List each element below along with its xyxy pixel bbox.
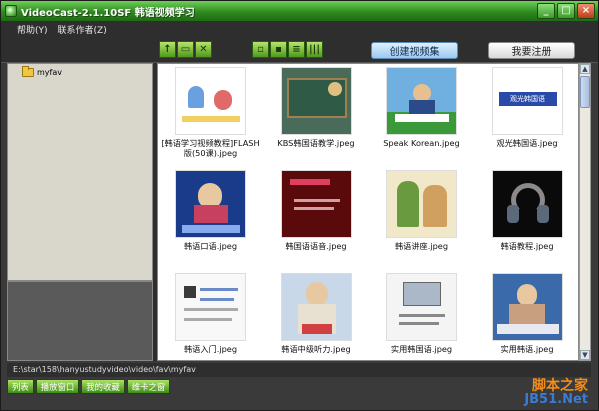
watermark-line2: JB51.Net	[524, 392, 588, 407]
close-button[interactable]: ×	[577, 3, 595, 19]
thumbnail-image	[280, 67, 352, 135]
app-icon	[5, 5, 17, 17]
thumbnail-image	[280, 170, 352, 238]
scroll-up-icon[interactable]: ▲	[580, 64, 590, 74]
toolbar-group-folders: ↑ ▭ ✕	[159, 41, 212, 58]
thumbnail-caption: 韩语中级听力.jpeg	[281, 344, 351, 354]
maximize-button[interactable]: □	[557, 3, 575, 19]
folder-tree: myfav	[7, 63, 153, 281]
app-window: VideoCast-2.1.10SF 韩语视频学习 _ □ × 帮助(Y) 联系…	[0, 0, 599, 411]
thumbnail-item[interactable]: Speak Korean.jpeg	[369, 64, 475, 167]
thumbnail-image: 观光韩国语	[491, 67, 563, 135]
thumbnail-caption: 韩语口语.jpeg	[183, 241, 238, 251]
detail-view-icon[interactable]: |||	[306, 41, 323, 58]
thumbnail-view-icon[interactable]: ▫	[252, 41, 269, 58]
preview-pane	[7, 281, 153, 361]
toolbar-group-view: ▫ ▪ ≡ |||	[252, 41, 323, 58]
thumbnail-item[interactable]: 韩语讲座.jpeg	[369, 167, 475, 270]
thumbnail-item[interactable]: [韩语学习视频教程]FLASH版(50课).jpeg	[158, 64, 264, 167]
watermark: 脚本之家 JB51.Net	[524, 379, 588, 406]
thumbnail-image	[491, 170, 563, 238]
status-path: E:\star\158\hanyustudyvideo\video\fav\my…	[7, 363, 591, 377]
tab-vika-window[interactable]: 维卡之窗	[126, 379, 171, 394]
watermark-line1: 脚本之家	[532, 378, 588, 394]
scroll-thumb[interactable]	[580, 76, 590, 108]
open-folder-icon[interactable]: ▭	[177, 41, 194, 58]
thumbnail-item[interactable]: 韩语教程.jpeg	[475, 167, 579, 270]
thumbnail-caption: [韩语学习视频教程]FLASH版(50课).jpeg	[161, 138, 260, 158]
scroll-down-icon[interactable]: ▼	[580, 350, 590, 360]
thumbnail-image	[175, 170, 246, 238]
thumbnail-item[interactable]: 韩语中级听力.jpeg	[264, 270, 370, 360]
list-view-icon[interactable]: ≡	[288, 41, 305, 58]
thumbnail-caption: 韩国语语音.jpeg	[285, 241, 347, 251]
thumbnail-item[interactable]: 韩国语语音.jpeg	[264, 167, 370, 270]
thumbnail-caption: 观光韩国语.jpeg	[496, 138, 558, 148]
tab-list[interactable]: 列表	[7, 379, 34, 394]
thumbnail-image	[175, 273, 246, 341]
thumbnail-item[interactable]: 韩语口语.jpeg	[158, 167, 264, 270]
folder-icon	[22, 66, 34, 77]
small-icon-view-icon[interactable]: ▪	[270, 41, 287, 58]
thumbnail-item[interactable]: KBS韩国语教学.jpeg	[264, 64, 370, 167]
toolbar: ↑ ▭ ✕ ▫ ▪ ≡ ||| 创建视频集 我要注册	[1, 37, 598, 63]
thumbnail-caption: 实用韩语.jpeg	[500, 344, 554, 354]
thumbnail-image	[175, 67, 246, 135]
thumbnail-item[interactable]: 韩语入门.jpeg	[158, 270, 264, 360]
thumbnail-grid: [韩语学习视频教程]FLASH版(50课).jpeg KBS韩国语教学.jpeg S…	[158, 64, 579, 360]
thumbnail-caption: 实用韩国语.jpeg	[390, 344, 453, 354]
thumbnail-caption: Speak Korean.jpeg	[383, 138, 460, 148]
tree-item-myfav[interactable]: myfav	[22, 66, 62, 77]
thumbnail-caption: 韩语入门.jpeg	[183, 344, 238, 354]
menu-help[interactable]: 帮助(Y)	[17, 23, 48, 36]
tree-item-label: myfav	[37, 68, 62, 77]
thumbnail-image	[280, 273, 352, 341]
thumbnail-image	[386, 67, 457, 135]
title-bar[interactable]: VideoCast-2.1.10SF 韩语视频学习 _ □ ×	[1, 1, 598, 21]
thumbnail-caption: 韩语教程.jpeg	[500, 241, 554, 251]
minimize-button[interactable]: _	[537, 3, 555, 19]
vertical-scrollbar[interactable]: ▲ ▼	[579, 63, 591, 361]
new-folder-icon[interactable]: ↑	[159, 41, 176, 58]
thumbnail-caption: 韩语讲座.jpeg	[394, 241, 449, 251]
thumbnail-image	[386, 170, 457, 238]
thumbnail-item[interactable]: 实用韩国语.jpeg	[369, 270, 475, 360]
thumbnail-caption: KBS韩国语教学.jpeg	[277, 138, 355, 148]
register-button[interactable]: 我要注册	[488, 42, 575, 59]
thumbnail-item[interactable]: 观光韩国语观光韩国语.jpeg	[475, 64, 579, 167]
create-collection-button[interactable]: 创建视频集	[371, 42, 458, 59]
tab-player-window[interactable]: 播放窗口	[35, 379, 80, 394]
menu-contact-author[interactable]: 联系作者(Z)	[58, 23, 107, 36]
thumbnail-image	[386, 273, 457, 341]
thumbnail-view: [韩语学习视频教程]FLASH版(50课).jpeg KBS韩国语教学.jpeg S…	[157, 63, 579, 361]
thumbnail-image	[491, 273, 563, 341]
window-title: VideoCast-2.1.10SF 韩语视频学习	[21, 7, 195, 19]
bottom-tab-bar: 列表 播放窗口 我的收藏 维卡之窗	[7, 379, 171, 394]
tab-my-favorites[interactable]: 我的收藏	[81, 379, 125, 394]
delete-icon[interactable]: ✕	[195, 41, 212, 58]
menu-bar: 帮助(Y) 联系作者(Z)	[1, 21, 598, 37]
thumbnail-item[interactable]: 实用韩语.jpeg	[475, 270, 579, 360]
